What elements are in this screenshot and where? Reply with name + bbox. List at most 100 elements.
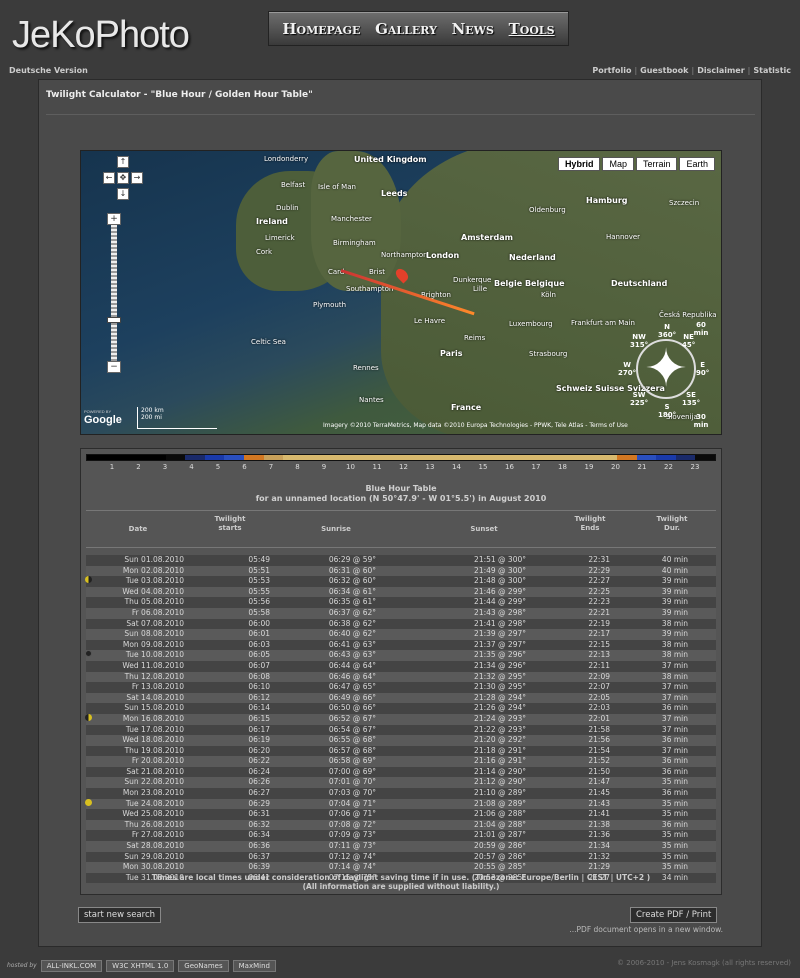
main-nav: Homepage Gallery News Tools <box>268 11 569 46</box>
cell-date: Wed 04.08.2010 <box>122 586 184 596</box>
cell-twilight-end: 21:34 <box>588 841 610 851</box>
zoom-track[interactable] <box>111 225 117 361</box>
map-type-hybrid-button[interactable]: Hybrid <box>557 157 601 171</box>
cell-date: Thu 12.08.2010 <box>124 671 184 681</box>
start-new-search-button[interactable]: start new search <box>78 907 162 923</box>
hour-color-segment <box>165 455 186 460</box>
cell-date: Thu 05.08.2010 <box>124 597 184 607</box>
map-view[interactable]: Londonderry Belfast United Kingdom Isle of … <box>80 150 722 435</box>
cell-sunset: 21:28 @ 294° <box>474 692 526 702</box>
pan-center-icon[interactable]: ✥ <box>117 172 129 184</box>
hour-color-segment <box>322 455 343 460</box>
hour-color-segment <box>440 455 460 460</box>
map-label: Plymouth <box>313 301 347 309</box>
cell-twilight-start: 06:20 <box>248 745 270 755</box>
map-label: Luxembourg <box>509 320 553 328</box>
map-label: Birmingham <box>333 239 376 247</box>
hour-color-segment <box>244 455 264 460</box>
table-row: Wed 25.08.2010 06:31 07:06 @ 71° 21:06 @ 28… <box>86 809 716 820</box>
map-type-terrain-button[interactable]: Terrain <box>635 157 678 171</box>
cell-twilight-duration: 36 min <box>661 766 688 776</box>
nav-news[interactable]: News <box>452 20 494 38</box>
hour-label: 19 <box>584 463 594 471</box>
nav-gallery[interactable]: Gallery <box>375 20 437 38</box>
map-label: France <box>451 403 482 412</box>
link-disclaimer[interactable]: Disclaimer <box>697 66 744 75</box>
map-attribution[interactable]: Imagery ©2010 TerraMetrics, Map data ©20… <box>323 422 628 429</box>
hour-label: 5 <box>215 463 221 471</box>
cell-twilight-start: 06:32 <box>248 819 270 829</box>
zoom-out-icon[interactable]: − <box>107 361 121 373</box>
pan-up-icon[interactable]: ↑ <box>117 156 129 168</box>
cell-twilight-start: 06:17 <box>248 724 270 734</box>
cell-sunrise: 06:58 @ 69° <box>328 756 376 766</box>
hour-color-segment <box>224 455 244 460</box>
cell-twilight-duration: 40 min <box>661 565 688 575</box>
badge-w3c[interactable]: W3C XHTML 1.0 <box>106 959 175 972</box>
cell-date: Sat 21.08.2010 <box>126 766 184 776</box>
cell-twilight-start: 06:14 <box>248 703 270 713</box>
cell-twilight-end: 22:23 <box>588 597 610 607</box>
map-type-earth-button[interactable]: Earth <box>679 157 715 171</box>
content-panel: Twilight Calculator - "Blue Hour / Golde… <box>38 79 762 947</box>
zoom-slider-handle[interactable] <box>107 317 121 323</box>
hour-color-segment <box>283 455 303 460</box>
link-portfolio[interactable]: Portfolio <box>592 66 631 75</box>
badge-geonames[interactable]: GeoNames <box>178 959 229 972</box>
map-label: Celtic Sea <box>251 338 286 346</box>
google-logo[interactable]: POWERED BY Google <box>84 409 122 426</box>
zoom-in-icon[interactable]: + <box>107 213 121 225</box>
cell-twilight-end: 22:03 <box>588 703 610 713</box>
map-label: Amsterdam <box>461 233 513 242</box>
cell-sunset: 21:12 @ 290° <box>474 777 526 787</box>
pan-left-icon[interactable]: ← <box>103 172 115 184</box>
cell-sunset: 20:59 @ 286° <box>474 841 526 851</box>
cell-twilight-start: 05:55 <box>248 586 270 596</box>
map-label: Dunkerque <box>453 276 492 284</box>
table-row: Mon 30.08.2010 06:39 07:14 @ 74° 20:55 @ 28… <box>86 862 716 873</box>
pan-down-icon[interactable]: ↓ <box>117 188 129 200</box>
hour-color-segment <box>401 455 421 460</box>
cell-sunrise: 07:09 @ 73° <box>328 830 376 840</box>
cell-date: Sun 29.08.2010 <box>124 851 184 861</box>
nav-tools[interactable]: Tools <box>509 20 555 38</box>
link-statistic[interactable]: Statistic <box>753 66 791 75</box>
hour-color-segment <box>302 455 323 460</box>
site-logo[interactable]: JeKoPhoto <box>12 14 190 57</box>
cell-twilight-end: 21:45 <box>588 788 610 798</box>
map-label: Ireland <box>256 217 288 226</box>
map-type-map-button[interactable]: Map <box>602 157 634 171</box>
cell-twilight-end: 22:01 <box>588 713 610 723</box>
hour-color-segment <box>577 455 598 460</box>
moon-phase-icon <box>85 576 92 584</box>
table-row: Sun 01.08.2010 05:49 06:29 @ 59° 21:51 @ 30… <box>86 555 716 566</box>
cell-sunset: 21:41 @ 298° <box>474 618 526 628</box>
cell-sunrise: 06:55 @ 68° <box>328 735 376 745</box>
cell-sunset: 21:24 @ 293° <box>474 713 526 723</box>
cell-sunset: 21:20 @ 292° <box>474 735 526 745</box>
language-link[interactable]: Deutsche Version <box>9 66 88 75</box>
map-label: Londonderry <box>264 155 309 163</box>
badge-maxmind[interactable]: MaxMind <box>232 959 276 972</box>
cell-sunset: 20:55 @ 285° <box>474 862 526 872</box>
badge-allinkl[interactable]: ALL-INKL.COM <box>40 959 103 972</box>
cell-date: Tue 10.08.2010 <box>125 650 184 660</box>
cell-date: Sun 08.08.2010 <box>124 629 184 639</box>
hour-color-segment <box>558 455 578 460</box>
map-label: Belfast <box>281 181 306 189</box>
link-guestbook[interactable]: Guestbook <box>640 66 688 75</box>
cell-twilight-duration: 39 min <box>661 586 688 596</box>
map-label: Le Havre <box>414 317 446 325</box>
create-pdf-button[interactable]: Create PDF / Print <box>630 907 718 923</box>
cell-twilight-duration: 38 min <box>661 671 688 681</box>
hour-color-segment <box>538 455 558 460</box>
cell-twilight-start: 05:58 <box>248 607 270 617</box>
nav-homepage[interactable]: Homepage <box>282 20 360 38</box>
cell-sunrise: 06:37 @ 62° <box>328 607 376 617</box>
hour-scale-labels: 1 2 3 4 5 6 7 8 9 10 11 12 13 14 15 16 17 18 19 20 21 22 23 <box>86 463 716 473</box>
cell-twilight-start: 05:56 <box>248 597 270 607</box>
pan-control: ↑ ← ✥ → ↓ <box>103 156 143 201</box>
cell-date: Sat 28.08.2010 <box>126 841 184 851</box>
table-row: Fr 27.08.2010 06:34 07:09 @ 73° 21:01 @ 287… <box>86 830 716 842</box>
pan-right-icon[interactable]: → <box>131 172 143 184</box>
